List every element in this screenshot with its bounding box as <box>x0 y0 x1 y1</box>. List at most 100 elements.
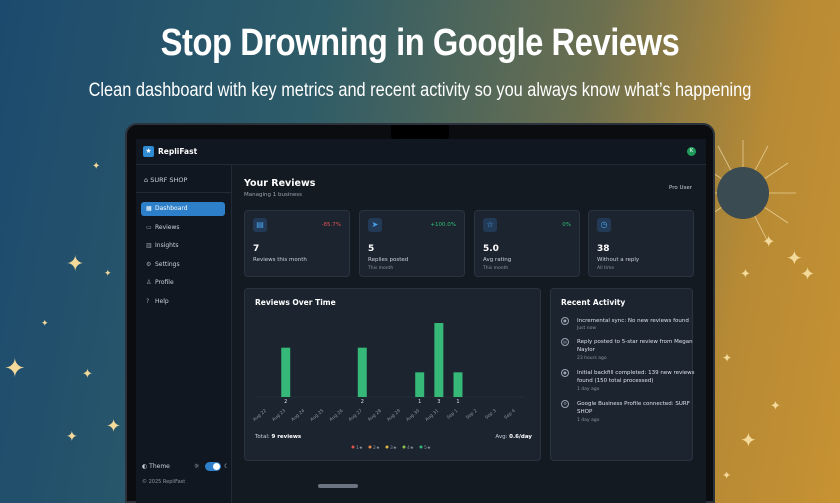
document-icon: ▤ <box>253 218 267 232</box>
legend-label: 2★ <box>373 445 380 451</box>
metric-card-rating: ☆ 0% 5.0 Avg rating This month <box>474 210 580 277</box>
chart-average: Avg: 0.6/day <box>495 434 532 440</box>
activity-text: Google Business Profile connected: SURF … <box>577 401 690 415</box>
x-tick-label: Aug 27 <box>347 408 363 423</box>
laptop-frame: ★ RepliFast K ⌂ SURF SHOP ▦ Dashboard ▭ Re… <box>125 123 715 503</box>
metric-label: Avg rating <box>483 257 512 263</box>
metric-card-unreplied: ◷ 38 Without a reply All time <box>588 210 694 277</box>
dashboard-icon: ▦ <box>146 205 152 212</box>
business-selector[interactable]: ⌂ SURF SHOP <box>144 176 187 184</box>
activity-time: 1 day ago <box>577 418 600 423</box>
activity-item: ⚙ Google Business Profile connected: SUR… <box>561 400 696 428</box>
metric-value: 7 <box>253 244 260 254</box>
sidebar-item-insights[interactable]: ▥ Insights <box>141 239 225 253</box>
chart-bar <box>357 347 367 397</box>
gear-icon: ⚙ <box>561 400 569 408</box>
sparkle-icon: ✦ <box>740 267 751 282</box>
metric-sublabel: This month <box>368 266 394 271</box>
activity-item: ▤ Reply posted to 5-star review from Meg… <box>561 338 696 366</box>
bar-value-label: 3 <box>437 399 440 405</box>
legend-label: 1★ <box>356 445 363 451</box>
sparkle-icon: ✦ <box>104 269 112 279</box>
sparkle-icon: ✦ <box>740 428 757 452</box>
recent-activity-panel: Recent Activity ● Incremental sync: No n… <box>550 288 696 461</box>
bar-chart-icon: ▥ <box>146 242 152 249</box>
legend-swatch <box>385 445 389 449</box>
legend-label: 4★ <box>407 445 414 451</box>
app-logo-icon: ★ <box>143 146 154 157</box>
sidebar: ⌂ SURF SHOP ▦ Dashboard ▭ Reviews ▥ Insight… <box>136 165 232 503</box>
legend-label: 3★ <box>390 445 397 451</box>
sparkle-icon: ✦ <box>4 354 26 384</box>
x-tick-label: Aug 31 <box>424 408 440 423</box>
theme-toggle[interactable] <box>205 462 221 471</box>
sidebar-item-label: Reviews <box>155 224 180 231</box>
send-icon: ➤ <box>368 218 382 232</box>
sparkle-icon: ✦ <box>92 161 101 172</box>
sparkle-icon: ✦ <box>722 351 733 365</box>
legend-swatch <box>402 445 406 449</box>
promo-subheadline: Clean dashboard with key metrics and rec… <box>88 80 752 101</box>
legend-swatch <box>351 445 355 449</box>
sparkle-icon: ✦ <box>800 264 816 285</box>
metric-delta: 0% <box>562 222 571 228</box>
user-icon: ♙ <box>146 279 152 286</box>
x-tick-label: Aug 24 <box>290 408 306 423</box>
sync-icon: ● <box>561 369 569 377</box>
metric-value: 5.0 <box>483 244 499 254</box>
activity-text: Initial backfill completed: 139 new revi… <box>577 370 695 384</box>
sync-icon: ● <box>561 317 569 325</box>
main-content: Your Reviews Managing 1 business Pro Use… <box>232 165 706 503</box>
x-tick-label: Aug 22 <box>252 408 268 423</box>
x-tick-label: Sep 2 <box>465 408 479 421</box>
x-tick-label: Aug 26 <box>328 408 344 423</box>
reply-icon: ▤ <box>561 338 569 346</box>
sparkle-icon: ✦ <box>722 469 732 482</box>
legend-label: 5★ <box>424 445 431 451</box>
activity-text: Incremental sync: No new reviews found <box>577 318 689 324</box>
top-bar: ★ RepliFast K <box>136 139 706 165</box>
sidebar-item-label: Help <box>155 298 169 305</box>
app-screen: ★ RepliFast K ⌂ SURF SHOP ▦ Dashboard ▭ Re… <box>136 139 706 503</box>
metric-delta: -85.7% <box>321 222 341 228</box>
activity-time: 23 hours ago <box>577 356 607 361</box>
sidebar-item-help[interactable]: ? Help <box>141 295 225 309</box>
metric-label: Replies posted <box>368 257 409 263</box>
sidebar-item-label: Settings <box>155 261 180 268</box>
activity-item: ● Incremental sync: No new reviews found… <box>561 317 696 337</box>
x-tick-label: Sep 1 <box>446 408 460 421</box>
sparkle-icon: ✦ <box>106 416 122 437</box>
chart-bar <box>453 372 463 397</box>
activity-time: 1 day ago <box>577 387 600 392</box>
sidebar-item-settings[interactable]: ⚙ Settings <box>141 258 225 272</box>
sidebar-item-profile[interactable]: ♙ Profile <box>141 276 225 290</box>
sparkle-icon: ✦ <box>770 399 781 414</box>
sidebar-item-reviews[interactable]: ▭ Reviews <box>141 221 225 235</box>
gear-icon: ⚙ <box>146 261 152 268</box>
x-tick-label: Aug 30 <box>405 408 421 423</box>
user-avatar[interactable]: K <box>687 147 696 156</box>
x-tick-label: Sep 3 <box>484 408 498 421</box>
clock-icon: ◷ <box>597 218 611 232</box>
theme-row: ◐ Theme ☼ ☾ <box>142 462 229 471</box>
activity-title: Recent Activity <box>561 298 626 307</box>
business-name: SURF SHOP <box>150 176 188 184</box>
sidebar-item-label: Profile <box>155 279 174 286</box>
metric-sublabel: All time <box>597 266 615 271</box>
x-tick-label: Aug 23 <box>271 408 287 423</box>
sparkle-icon: ✦ <box>82 367 93 382</box>
metric-value: 5 <box>368 244 375 254</box>
activity-item: ● Initial backfill completed: 139 new re… <box>561 369 696 397</box>
activity-time: Just now <box>577 326 597 331</box>
x-tick-label: Aug 25 <box>309 408 325 423</box>
promo-headline: Stop Drowning in Google Reviews <box>160 22 680 64</box>
chart-bar <box>415 372 425 397</box>
plan-badge: Pro User <box>668 185 692 191</box>
sidebar-item-dashboard[interactable]: ▦ Dashboard <box>141 202 225 216</box>
brand-name: RepliFast <box>158 147 198 156</box>
metric-card-replies: ➤ +100.0% 5 Replies posted This month <box>359 210 465 277</box>
sparkle-icon: ✦ <box>66 252 85 277</box>
metric-card-reviews: ▤ -85.7% 7 Reviews this month <box>244 210 350 277</box>
copyright: © 2025 RepliFast <box>142 479 186 485</box>
sparkle-icon: ✦ <box>41 319 49 329</box>
